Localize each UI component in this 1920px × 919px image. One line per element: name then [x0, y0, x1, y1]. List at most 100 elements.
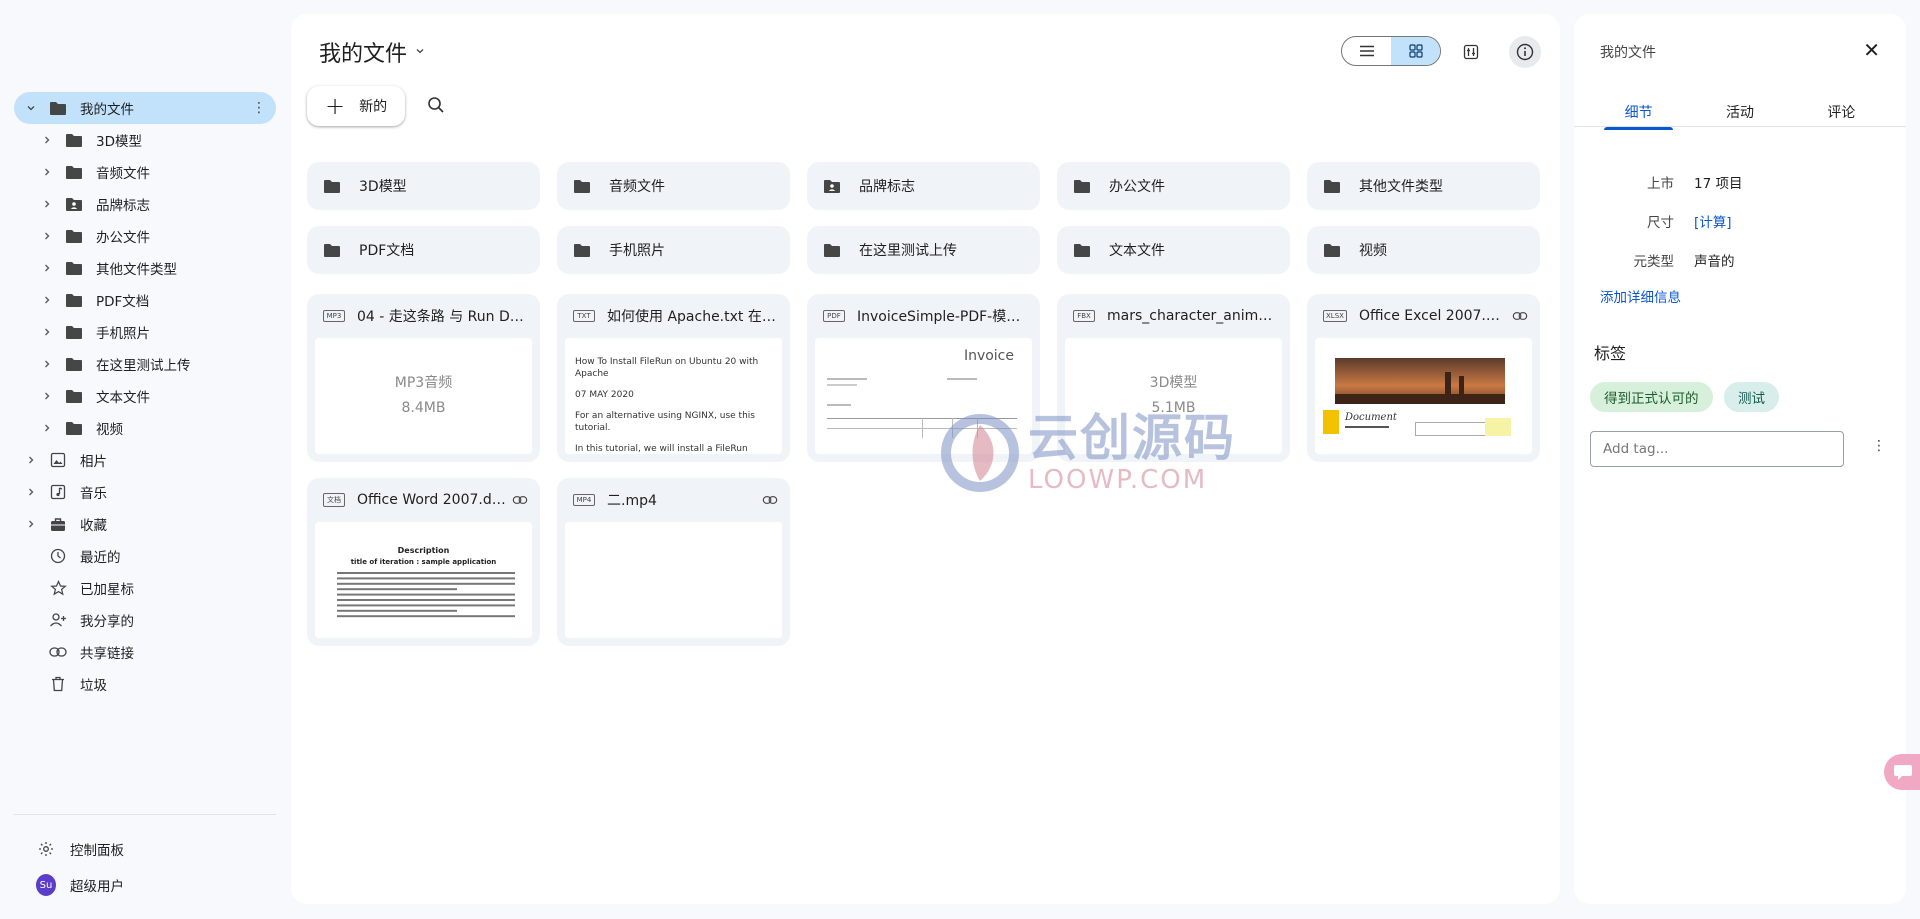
preview-size-label: 8.4MB [401, 400, 446, 416]
add-tag-input[interactable] [1590, 431, 1844, 467]
detail-value[interactable]: [计算] [1694, 211, 1732, 231]
chevron-right-icon[interactable] [40, 261, 54, 275]
sidebar-item-label: 文本文件 [96, 390, 150, 406]
chevron-down-icon[interactable] [24, 101, 38, 115]
control-panel-link[interactable]: 控制面板 [36, 834, 124, 864]
chevron-right-icon[interactable] [40, 229, 54, 243]
tag-chip[interactable]: 测试 [1724, 382, 1779, 412]
folder-card[interactable]: PDF文档 [307, 226, 540, 274]
tab-details-0[interactable]: 细节 [1588, 92, 1689, 140]
detail-value: 17 项目 [1694, 176, 1743, 192]
file-name: 二.mp4 [607, 493, 657, 509]
folder-card[interactable]: 音频文件 [557, 162, 790, 210]
close-icon[interactable]: ✕ [1863, 38, 1880, 62]
grid-view-button[interactable] [1391, 37, 1440, 65]
sidebar-item-folder[interactable]: 品牌标志 [14, 188, 276, 220]
folder-name: 品牌标志 [859, 179, 915, 195]
folder-card[interactable]: 视频 [1307, 226, 1540, 274]
photo-icon [48, 450, 68, 470]
sidebar-item-label: 在这里测试上传 [96, 358, 191, 374]
folder-card[interactable]: 办公文件 [1057, 162, 1290, 210]
floating-assistant-button[interactable] [1884, 754, 1920, 790]
sidebar-item-collection[interactable]: 收藏 [14, 508, 276, 540]
file-card[interactable]: MP3 04 - 走这条路 与 Run DMC.mp3 MP3音频 8.4MB [307, 294, 540, 462]
more-vert-icon[interactable]: ⋮ [1872, 438, 1886, 454]
sidebar-item-label: 我的文件 [80, 102, 134, 118]
sidebar-item-folder[interactable]: 在这里测试上传 [14, 348, 276, 380]
sidebar-item-nav[interactable]: 最近的 [14, 540, 276, 572]
more-vert-icon[interactable]: ⋮ [252, 99, 266, 117]
sidebar-item-folder[interactable]: 3D模型 [14, 124, 276, 156]
folder-card[interactable]: 手机照片 [557, 226, 790, 274]
preview-line: 07 MAY 2020 [575, 390, 634, 400]
file-card[interactable]: TXT 如何使用 Apache.txt 在 Ubuntu 20 上安装 FileR… [557, 294, 790, 462]
plus-icon: + [325, 92, 346, 120]
sidebar-item-nav[interactable]: 垃圾 [14, 668, 276, 700]
folder-card[interactable]: 3D模型 [307, 162, 540, 210]
user-menu[interactable]: Su 超级用户 [36, 870, 124, 900]
sidebar-item-collection[interactable]: 相片 [14, 444, 276, 476]
sidebar-item-label: 办公文件 [96, 230, 150, 246]
sidebar-item-nav[interactable]: 我分享的 [14, 604, 276, 636]
file-thumbnail [565, 522, 782, 638]
sidebar-item-folder[interactable]: 文本文件 [14, 380, 276, 412]
display-options-button[interactable] [1455, 36, 1487, 68]
folder-card[interactable]: 在这里测试上传 [807, 226, 1040, 274]
star-icon [48, 578, 68, 598]
sidebar-item-folder[interactable]: 手机照片 [14, 316, 276, 348]
sidebar-item-folder[interactable]: PDF文档 [14, 284, 276, 316]
chevron-right-icon[interactable] [40, 165, 54, 179]
detail-key: 上市 [1647, 176, 1674, 192]
control-panel-label: 控制面板 [70, 843, 124, 859]
link-icon [762, 495, 778, 505]
sidebar-item-nav[interactable]: 已加星标 [14, 572, 276, 604]
search-icon[interactable] [427, 96, 445, 118]
chevron-right-icon[interactable] [24, 485, 38, 499]
detail-row: 尺寸 [计算] [1574, 211, 1906, 231]
preview-heading: Document [1345, 412, 1397, 423]
chevron-right-icon[interactable] [40, 357, 54, 371]
tab-details-1[interactable]: 活动 [1689, 92, 1790, 140]
chevron-right-icon[interactable] [40, 133, 54, 147]
sidebar-item-collection[interactable]: 音乐 [14, 476, 276, 508]
file-card[interactable]: XLSX Office Excel 2007.xlsx Document [1307, 294, 1540, 462]
folder-card[interactable]: 其他文件类型 [1307, 162, 1540, 210]
chevron-right-icon[interactable] [24, 517, 38, 531]
sidebar-item-label: 共享链接 [80, 646, 134, 662]
tab-details-2[interactable]: 评论 [1791, 92, 1892, 140]
sidebar-item-folder[interactable]: 视频 [14, 412, 276, 444]
sidebar-item-folder[interactable]: 其他文件类型 [14, 252, 276, 284]
list-view-button[interactable] [1342, 37, 1391, 65]
clock-icon [48, 546, 68, 566]
chevron-right-icon[interactable] [40, 325, 54, 339]
sidebar-item-folder[interactable]: 音频文件 [14, 156, 276, 188]
add-details-link[interactable]: 添加详细信息 [1600, 286, 1681, 306]
folder-card[interactable]: 文本文件 [1057, 226, 1290, 274]
folder-card[interactable]: 品牌标志 [807, 162, 1040, 210]
folder-icon [64, 354, 84, 374]
tabs-divider [1574, 126, 1906, 127]
folder-icon [1073, 243, 1091, 258]
sidebar-item-my-files[interactable]: 我的文件 ⋮ [14, 92, 276, 124]
chevron-right-icon[interactable] [40, 389, 54, 403]
folder-icon [64, 258, 84, 278]
file-card-header: TXT 如何使用 Apache.txt 在 Ubuntu 20 上安装 FileR… [573, 306, 778, 326]
file-type-icon: MP4 [573, 494, 595, 506]
title-dropdown[interactable]: 我的文件 [319, 36, 425, 68]
folder-icon [323, 243, 341, 258]
tag-chip[interactable]: 得到正式认可的 [1590, 382, 1713, 412]
folder-name: PDF文档 [359, 243, 415, 259]
file-card[interactable]: 文档 Office Word 2007.docx Description title … [307, 478, 540, 646]
folder-icon [323, 179, 341, 194]
sidebar-item-folder[interactable]: 办公文件 [14, 220, 276, 252]
sidebar-item-nav[interactable]: 共享链接 [14, 636, 276, 668]
chevron-right-icon[interactable] [24, 453, 38, 467]
chevron-right-icon[interactable] [40, 421, 54, 435]
file-card[interactable]: MP4 二.mp4 [557, 478, 790, 646]
new-button[interactable]: + 新的 [307, 86, 405, 126]
chevron-right-icon[interactable] [40, 197, 54, 211]
watermark-en: LOOWP.COM [1028, 465, 1208, 495]
info-button[interactable] [1509, 36, 1541, 68]
chevron-right-icon[interactable] [40, 293, 54, 307]
chat-bubble-icon [1894, 765, 1912, 780]
